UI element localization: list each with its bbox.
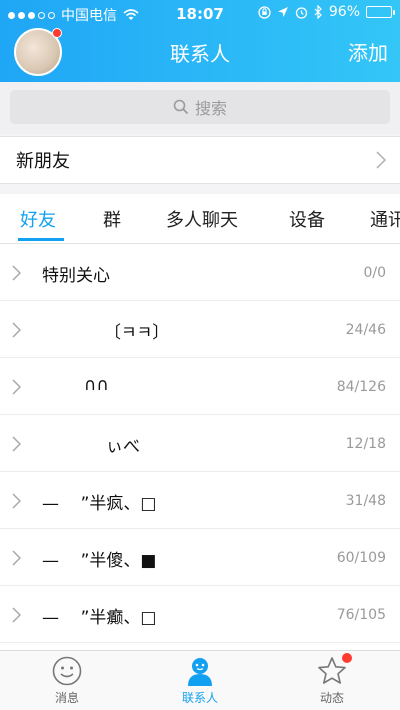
group-name: 〔ㅋㅋ〕 — [104, 323, 170, 343]
page-title: 联系人 — [170, 42, 230, 66]
group-name: ∩∩ — [84, 375, 109, 395]
contact-tabs: 好友 群 多人聊天 设备 通讯 — [0, 194, 400, 244]
notification-dot — [52, 28, 62, 38]
tab-multi-chat[interactable]: 多人聊天 — [166, 206, 238, 232]
contacts-person-icon — [188, 658, 212, 686]
tabbar-feed-label: 动态 — [319, 691, 344, 705]
location-icon — [277, 7, 288, 17]
status-right: 96% — [258, 4, 395, 20]
new-friends-label: 新朋友 — [16, 151, 70, 172]
tabbar-feed[interactable]: 动态 — [292, 653, 372, 706]
tab-devices[interactable]: 设备 — [289, 206, 325, 232]
add-button[interactable]: 添加 — [348, 37, 388, 66]
group-name: — ”半疯、□ — [42, 494, 157, 514]
chevron-right-icon — [12, 379, 21, 395]
tab-address-book[interactable]: 通讯 — [370, 206, 400, 232]
group-name: — ”半傻、■ — [42, 551, 157, 571]
feed-notification-dot — [342, 653, 352, 663]
new-friends-row[interactable]: 新朋友 — [0, 136, 400, 184]
chevron-right-icon — [12, 550, 21, 566]
online-count: 60/109 — [336, 550, 386, 566]
search-input[interactable]: 搜索 — [10, 90, 390, 124]
search-icon — [173, 99, 189, 115]
list-item[interactable]: ぃべ 12/18 — [0, 415, 400, 472]
tabbar-contacts-label: 联系人 — [181, 691, 218, 705]
group-name: ぃべ — [106, 437, 140, 457]
tab-groups[interactable]: 群 — [103, 206, 121, 232]
bottom-tab-bar: 消息 联系人 动态 — [0, 650, 400, 710]
battery-percent: 96% — [328, 4, 360, 20]
list-item[interactable]: — ”半傻、■ 60/109 — [0, 529, 400, 586]
search-bar: 搜索 — [0, 82, 400, 134]
online-count: 84/126 — [336, 379, 386, 395]
chevron-right-icon — [12, 493, 21, 509]
tab-friends[interactable]: 好友 — [20, 206, 56, 232]
online-count: 0/0 — [363, 265, 386, 281]
friend-group-list: 特别关心 0/0 〔ㅋㅋ〕 24/46 ∩∩ 84/126 ぃべ 12/18 —… — [0, 244, 400, 650]
online-count: 24/46 — [345, 322, 386, 338]
list-item[interactable]: — ”半疯、□ 31/48 — [0, 472, 400, 529]
list-item[interactable]: ∩∩ 84/126 — [0, 358, 400, 415]
chevron-right-icon — [12, 322, 21, 338]
rotation-lock-icon — [258, 5, 271, 19]
chevron-right-icon — [12, 607, 21, 623]
tabbar-messages[interactable]: 消息 — [27, 655, 107, 706]
list-item[interactable]: 特别关心 0/0 — [0, 244, 400, 301]
chevron-right-icon — [12, 436, 21, 452]
active-tab-indicator — [18, 238, 64, 241]
bluetooth-icon — [314, 5, 322, 19]
group-name: 特别关心 — [42, 266, 110, 286]
feed-icon-wrap — [316, 653, 352, 687]
online-count: 31/48 — [345, 493, 386, 509]
online-count: 12/18 — [345, 436, 386, 452]
group-name: — ”半癫、□ — [42, 608, 157, 628]
navigation-header: 中国电信 18:07 96% 联系人 添加 — [0, 0, 400, 82]
search-placeholder: 搜索 — [194, 99, 227, 118]
status-bar: 中国电信 18:07 96% — [0, 0, 400, 28]
list-item[interactable]: 〔ㅋㅋ〕 24/46 — [0, 301, 400, 358]
tabbar-messages-label: 消息 — [54, 691, 79, 705]
alarm-icon — [295, 6, 308, 19]
tabbar-contacts[interactable]: 联系人 — [160, 655, 240, 706]
chevron-right-icon — [376, 151, 386, 169]
smiley-chat-icon — [52, 656, 82, 686]
online-count: 76/105 — [336, 607, 386, 623]
battery-icon — [366, 6, 395, 18]
list-item[interactable]: — ”半癫、□ 76/105 — [0, 586, 400, 643]
chevron-right-icon — [12, 265, 21, 281]
